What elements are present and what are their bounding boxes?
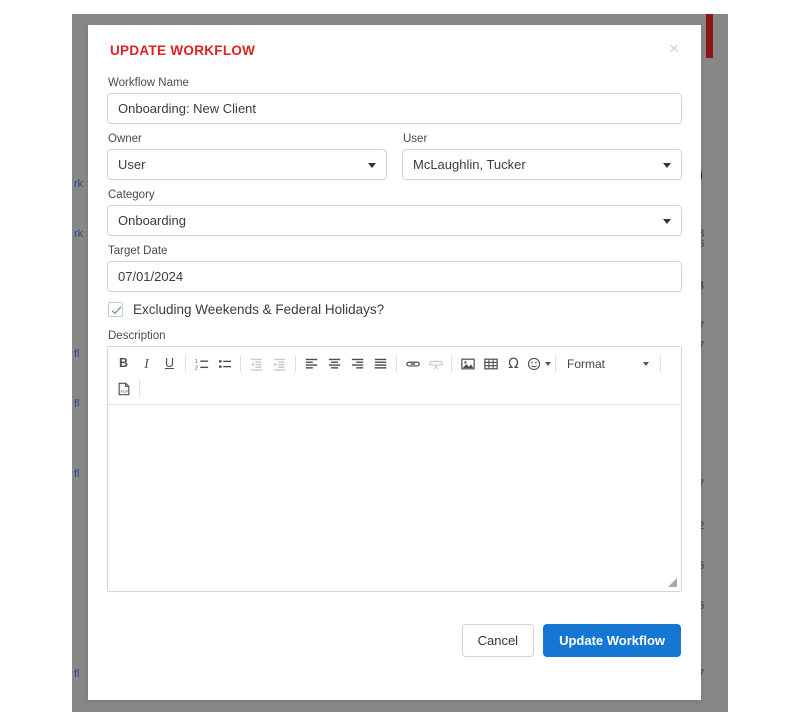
- svg-text:2: 2: [195, 365, 198, 371]
- field-target-date: Target Date: [107, 245, 682, 292]
- align-center-icon[interactable]: [323, 353, 346, 375]
- image-icon[interactable]: [456, 353, 479, 375]
- update-workflow-modal: UPDATE WORKFLOW × Workflow Name Owner Us…: [88, 25, 701, 700]
- align-justify-icon[interactable]: [369, 353, 392, 375]
- background-link-fragment: rk: [74, 178, 83, 190]
- svg-text:1: 1: [195, 359, 198, 365]
- owner-label: Owner: [107, 133, 387, 145]
- cancel-button[interactable]: Cancel: [462, 624, 534, 657]
- toolbar-separator: [295, 355, 296, 372]
- target-date-input[interactable]: [107, 261, 682, 292]
- workflow-name-input[interactable]: [107, 93, 682, 124]
- user-label: User: [402, 133, 682, 145]
- background-link-fragment: fl: [74, 468, 80, 480]
- resize-handle-icon[interactable]: [667, 577, 678, 588]
- user-select-wrap: McLaughlin, Tucker: [402, 149, 682, 180]
- exclude-holidays-label: Excluding Weekends & Federal Holidays?: [133, 302, 384, 317]
- decrease-indent-icon: [245, 353, 268, 375]
- background-link-fragment: rk: [74, 228, 83, 240]
- numbered-list-icon[interactable]: 12: [190, 353, 213, 375]
- description-textarea[interactable]: [108, 405, 681, 591]
- target-date-label: Target Date: [107, 245, 682, 257]
- toolbar-separator: [451, 355, 452, 372]
- field-owner: Owner User: [107, 133, 387, 180]
- checkmark-icon: [111, 305, 122, 316]
- emoji-icon[interactable]: [525, 353, 551, 375]
- background-link-fragment: fl: [74, 348, 80, 360]
- field-category: Category Onboarding: [107, 189, 682, 236]
- svg-text:PDF: PDF: [120, 390, 128, 394]
- special-character-icon[interactable]: Ω: [502, 353, 525, 375]
- editor-toolbar: BIU 12 Ω Format PDF: [108, 347, 681, 405]
- format-dropdown[interactable]: Format: [560, 353, 656, 375]
- owner-select[interactable]: User: [107, 149, 387, 180]
- align-left-icon[interactable]: [300, 353, 323, 375]
- editor-toolbar-row-2: PDF: [112, 376, 677, 401]
- background-link-fragment: fl: [74, 398, 80, 410]
- increase-indent-icon: [268, 353, 291, 375]
- toolbar-separator: [240, 355, 241, 372]
- underline-icon[interactable]: U: [158, 353, 181, 375]
- toolbar-separator: [660, 355, 661, 372]
- close-icon[interactable]: ×: [663, 38, 685, 60]
- unlink-icon: [424, 353, 447, 375]
- modal-header: UPDATE WORKFLOW ×: [88, 25, 701, 71]
- link-icon[interactable]: [401, 353, 424, 375]
- bulleted-list-icon[interactable]: [213, 353, 236, 375]
- bold-icon[interactable]: B: [112, 353, 135, 375]
- italic-icon[interactable]: I: [135, 353, 158, 375]
- page-title: UPDATE WORKFLOW: [110, 43, 679, 58]
- toolbar-separator: [139, 380, 140, 397]
- rich-text-editor: BIU 12 Ω Format PDF: [107, 346, 682, 592]
- workflow-name-label: Workflow Name: [107, 77, 682, 89]
- background-link-fragment: fl: [74, 668, 80, 680]
- editor-toolbar-row-1: BIU 12 Ω Format: [112, 351, 677, 376]
- field-workflow-name: Workflow Name: [107, 77, 682, 124]
- toolbar-separator: [555, 355, 556, 372]
- insert-pdf-icon[interactable]: PDF: [112, 378, 135, 400]
- category-select[interactable]: Onboarding: [107, 205, 682, 236]
- exclude-holidays-checkbox[interactable]: [108, 302, 123, 317]
- align-right-icon[interactable]: [346, 353, 369, 375]
- table-icon[interactable]: [479, 353, 502, 375]
- screen: rkrkflflflfl teRI23162407070702262607 UP…: [0, 0, 800, 725]
- modal-footer: Cancel Update Workflow: [88, 601, 701, 657]
- owner-select-wrap: User: [107, 149, 387, 180]
- field-description: Description BIU 12 Ω Format PDF: [107, 330, 682, 592]
- format-dropdown-label: Format: [567, 357, 605, 371]
- toolbar-separator: [185, 355, 186, 372]
- description-label: Description: [107, 330, 682, 342]
- owner-user-row: Owner User User McLaughlin, Tucker: [107, 133, 682, 189]
- user-select[interactable]: McLaughlin, Tucker: [402, 149, 682, 180]
- field-user: User McLaughlin, Tucker: [402, 133, 682, 180]
- exclude-holidays-row: Excluding Weekends & Federal Holidays?: [108, 302, 682, 317]
- category-select-wrap: Onboarding: [107, 205, 682, 236]
- modal-body: Workflow Name Owner User User McLaughlin…: [88, 71, 701, 592]
- toolbar-separator: [396, 355, 397, 372]
- category-label: Category: [107, 189, 682, 201]
- update-workflow-button[interactable]: Update Workflow: [543, 624, 681, 657]
